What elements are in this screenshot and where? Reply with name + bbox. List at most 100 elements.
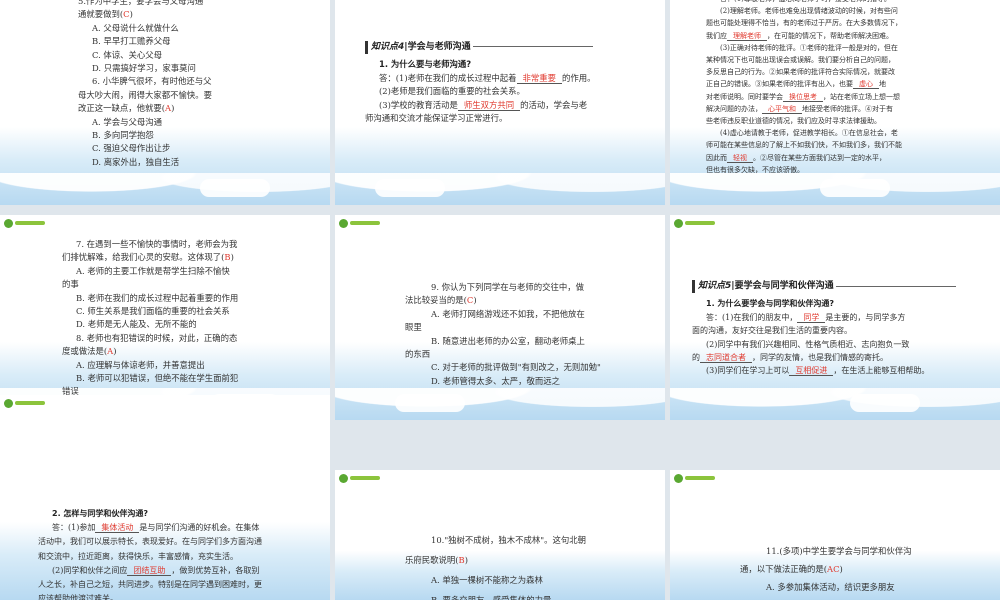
line-text: 多反思自己的行为。②如果老师的批评符合实际情况，就要改 xyxy=(706,68,895,77)
slide-content: 知识点4|学会与老师沟通 1. 为什么要与老师沟通? 答：(1)老师在我们的成长过程… xyxy=(365,40,649,125)
text-line: 乐府民歌说明(B) xyxy=(405,550,649,570)
text-line: 5.作为中学生，要学会与父母沟通 xyxy=(78,0,314,8)
answer-blank: 换位思考 xyxy=(783,92,823,102)
text-line: 通就要做到(C) xyxy=(78,8,314,21)
text-line: 法比较妥当的是(C) xyxy=(405,294,649,307)
line-text: 对老师说明。同时要学会 xyxy=(706,92,783,101)
slide-3[interactable]: 答：(1)尊敬老师，虚心向老师学习，接受老师的指导。 (2)理解老师。老师也难免出… xyxy=(670,0,1000,205)
text-line: A. 多参加集体活动，结识更多朋友 xyxy=(740,578,984,596)
line-text: 6. 小华脾气很坏，有时他还与父 xyxy=(92,76,212,87)
answer-blank: 轻视 xyxy=(727,153,753,163)
line-text-after: 是主要的，与同学多方 xyxy=(825,312,906,322)
question-title: 2. 怎样与同学和伙伴沟通? xyxy=(52,509,149,518)
line-text: B. 老师可以犯错误，但绝不能在学生面前犯 xyxy=(76,373,239,384)
cloud-decoration xyxy=(0,173,330,205)
text-line: 些老师违反职业道德的情况，我们应及时寻求法律援助。 xyxy=(706,115,984,127)
line-text: C. 对于老师的批评做到"有则改之，无则加勉" xyxy=(431,362,601,373)
slide-5[interactable]: 9. 你认为下列同学在与老师的交往中，做 法比较妥当的是(C) A. 老师打网络游戏… xyxy=(335,215,665,420)
knowledge-point-label: 知识点5 xyxy=(698,281,732,291)
text-line: (2)理解老师。老师也难免出现情绪波动的时候，对有些问 xyxy=(706,5,984,17)
cloud-icon xyxy=(820,179,890,197)
text-line: (2)同学中有我们兴趣相同、性格气质相近、志向抱负一致 xyxy=(692,338,984,351)
line-text: 的事 xyxy=(62,279,79,290)
slide-6[interactable]: 知识点5|要学会与同学和伙伴沟通 1. 为什么要学会与同学和伙伴沟通? 答：(1)在… xyxy=(670,215,1000,420)
publisher-logo xyxy=(4,218,45,228)
text-line: 11.(多项)中学生要学会与同学和伙伴沟 xyxy=(740,542,984,560)
line-text-after: 地接受老师的批评。④对于有 xyxy=(802,104,893,113)
text-line: 的事 xyxy=(62,278,314,291)
text-line: 解决问题的办法， 心平气和 地接受老师的批评。④对于有 xyxy=(706,103,984,115)
text-line: 10."独树不成树，独木不成林"。这句北朝 xyxy=(405,530,649,550)
cloud-icon xyxy=(395,394,465,412)
line-text: A. 学会与父母沟通 xyxy=(92,116,162,127)
knowledge-point-label: 知识点4 xyxy=(371,42,405,52)
slide-content: 10."独树不成树，独木不成林"。这句北朝乐府民歌说明(B) A. 单独一棵树不能… xyxy=(405,530,649,600)
line-text-after: ，同学的友情，也是我们情感的寄托。 xyxy=(752,353,888,363)
line-text-after: ，站在老师立场上想一想 xyxy=(823,92,900,101)
line-text: 答：(1)老师在我们的成长过程中起着 xyxy=(379,72,517,83)
text-line: D. 老师是无人能及、无所不能的 xyxy=(62,318,314,331)
line-text-after: 。②尽管在某些方面我们达到一定的水平， xyxy=(753,153,886,162)
text-line: (3)学校的教育活动是 师生双方共同 的活动，学会与老 xyxy=(365,99,649,112)
publisher-logo xyxy=(674,473,715,483)
text-line: 答：(1)在我们的朋友中， 同学 是主要的，与同学多方 xyxy=(692,311,984,324)
line-text: 9. 你认为下列同学在与老师的交往中，做 xyxy=(431,282,585,292)
line-text: A. 多参加集体活动，结识更多朋友 xyxy=(766,582,895,592)
text-line: 正自己的错误。③如果老师的批评有出入，也要 虚心地 xyxy=(706,78,984,90)
line-text: 面的沟通，友好交往是我们生活的重要内容。 xyxy=(692,326,852,336)
line-text: A. 单独一棵树不能称之为森林 xyxy=(431,575,543,585)
line-text: 5.作为中学生，要学会与父母沟通 xyxy=(78,0,204,6)
answer-blank: 集体活动 xyxy=(95,523,140,534)
line-text-after: ) xyxy=(464,555,468,565)
text-line: 答：(1)参加 集体活动 是与同学们沟通的好机会。在集体 xyxy=(38,521,314,535)
line-text: C. 体谅、关心父母 xyxy=(92,49,163,60)
line-text: 10."独树不成树，独木不成林"。这句北朝 xyxy=(431,535,587,545)
knowledge-point-title: 要学会与同学和伙伴沟通 xyxy=(734,281,834,291)
text-line: B. 要多交朋友，感受集体的力量 xyxy=(405,590,649,600)
line-text: 11.(多项)中学生要学会与同学和伙伴沟 xyxy=(766,546,912,556)
text-line: A. 老师的主要工作就是帮学生扫除不愉快 xyxy=(62,265,314,278)
slide-2[interactable]: 知识点4|学会与老师沟通 1. 为什么要与老师沟通? 答：(1)老师在我们的成长过程… xyxy=(335,0,665,205)
slide-content: 答：(1)尊敬老师，虚心向老师学习，接受老师的指导。 (2)理解老师。老师也难免出… xyxy=(706,0,984,176)
line-text: 的 xyxy=(692,353,700,363)
line-text: (3)学校的教育活动是 xyxy=(379,99,458,110)
line-text: (2)同学中有我们兴趣相同、性格气质相近、志向抱负一致 xyxy=(706,339,910,349)
line-text: 母大吵大闹，闹得大家都不愉快。要 xyxy=(78,89,212,100)
line-text-after: 的作用。 xyxy=(562,72,596,83)
line-text-after: ，做到优势互补，各取别 xyxy=(171,565,260,575)
line-text: B. 老师在我们的成长过程中起着重要的作用 xyxy=(76,292,239,303)
line-text: D. 老师是无人能及、无所不能的 xyxy=(76,319,197,330)
slide-7[interactable]: 2. 怎样与同学和伙伴沟通? 答：(1)参加 集体活动 是与同学们沟通的好机会。在集体… xyxy=(0,395,330,600)
line-text: 应该帮助他渡过难关。 xyxy=(38,594,118,600)
line-text: 某种情况下也可能出现误会或误解。我们要分析自己的问题， xyxy=(706,56,895,65)
text-line: D. 只需搞好学习，家事莫问 xyxy=(78,62,314,75)
text-line: 通，以下做法正确的是(AC) xyxy=(740,560,984,578)
line-text: D. 离家外出，独自生活 xyxy=(92,156,180,167)
line-text: 7. 在遇到一些不愉快的事情时，老师会为我 xyxy=(76,239,238,249)
line-text-after: ) xyxy=(473,295,477,306)
line-text: 师可能在某些信息的了解上不如我们快，不如我们多，我们不能 xyxy=(706,141,902,150)
line-text: (2)理解老师。老师也难免出现情绪波动的时候，对有些问 xyxy=(720,7,898,16)
line-text: 眼里 xyxy=(405,322,422,333)
line-text: 度或做法是( xyxy=(62,346,108,357)
publisher-logo xyxy=(4,398,45,408)
text-line: 的东西 xyxy=(405,348,649,361)
text-line: (3)同学们在学习上可以 互相促进 ，在生活上能够互相帮助。 xyxy=(692,364,984,377)
text-line: 因此而 轻视 。②尽管在某些方面我们达到一定的水平， xyxy=(706,152,984,164)
slide-1[interactable]: 5.作为中学生，要学会与父母沟通 通就要做到(C) A. 父母说什么就做什么 B. 早… xyxy=(0,0,330,205)
line-text: (3)正确对待老师的批评。①老师的批评一般是对的，但在 xyxy=(720,43,898,52)
slide-8[interactable]: 10."独树不成树，独木不成林"。这句北朝乐府民歌说明(B) A. 单独一棵树不能… xyxy=(335,470,665,600)
text-line: 9. 你认为下列同学在与老师的交往中，做 xyxy=(405,281,649,294)
line-text: 解决问题的办法， xyxy=(706,104,762,113)
knowledge-point-header: 知识点4|学会与老师沟通 xyxy=(365,40,649,55)
line-text-after: ) xyxy=(171,103,175,114)
slide-9[interactable]: 11.(多项)中学生要学会与同学和伙伴沟通，以下做法正确的是(AC) A. 多参加… xyxy=(670,470,1000,600)
line-text: 答：(1)参加 xyxy=(52,523,96,533)
text-line: A. 单独一棵树不能称之为森林 xyxy=(405,570,649,590)
line-text-after: ，在可能的情况下，帮助老师解决困难。 xyxy=(767,31,893,40)
slide-4[interactable]: 7. 在遇到一些不愉快的事情时，老师会为我 们排忧解难，给我们心灵的安慰。这体现了… xyxy=(0,215,330,420)
text-line: C. 强迫父母作出让步 xyxy=(78,142,314,155)
text-line: 改正这一缺点，他就要(A) xyxy=(78,102,314,115)
text-line: A. 学会与父母沟通 xyxy=(78,116,314,129)
line-text: A. 老师的主要工作就是帮学生扫除不愉快 xyxy=(76,265,230,276)
